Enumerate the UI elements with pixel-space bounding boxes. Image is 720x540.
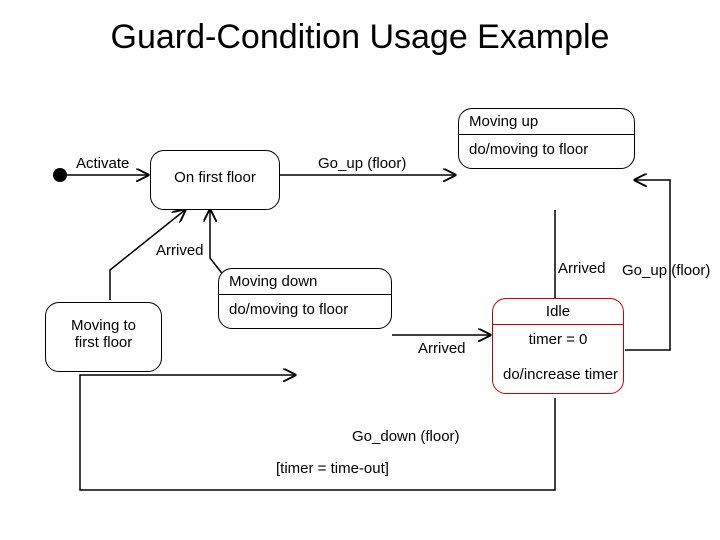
state-on-first-floor: On first floor xyxy=(150,150,280,210)
transition-label-arrived2: Arrived xyxy=(558,260,606,277)
diagram-canvas: Guard-Condition Usage Example xyxy=(0,0,720,540)
transition-label-go-down: Go_down (floor) xyxy=(352,428,460,445)
state-label: Idle xyxy=(493,299,623,325)
state-activity: do/moving to floor xyxy=(459,135,634,168)
state-idle: Idle timer = 0 do/increase timer xyxy=(492,298,624,394)
initial-state-icon xyxy=(53,168,67,182)
state-label: Moving to first floor xyxy=(46,303,161,355)
transition-guard: [timer = time-out] xyxy=(276,460,389,477)
state-moving-up: Moving up do/moving to floor xyxy=(458,108,635,169)
state-activity: do/increase timer xyxy=(503,366,613,383)
transition-label-go-up2: Go_up (floor) xyxy=(622,262,710,279)
transition-label-activate: Activate xyxy=(76,155,129,172)
transition-label-arrived3: Arrived xyxy=(418,340,466,357)
state-moving-down: Moving down do/moving to floor xyxy=(218,268,392,329)
state-label: On first floor xyxy=(151,151,279,190)
state-label: Moving down xyxy=(219,269,391,295)
transition-label-arrived1: Arrived xyxy=(156,242,204,259)
state-entry: timer = 0 xyxy=(503,331,613,348)
state-activity: do/moving to floor xyxy=(219,295,391,328)
state-label: Moving up xyxy=(459,109,634,135)
state-moving-to-first-floor: Moving to first floor xyxy=(45,302,162,372)
transition-label-go-up: Go_up (floor) xyxy=(318,155,406,172)
